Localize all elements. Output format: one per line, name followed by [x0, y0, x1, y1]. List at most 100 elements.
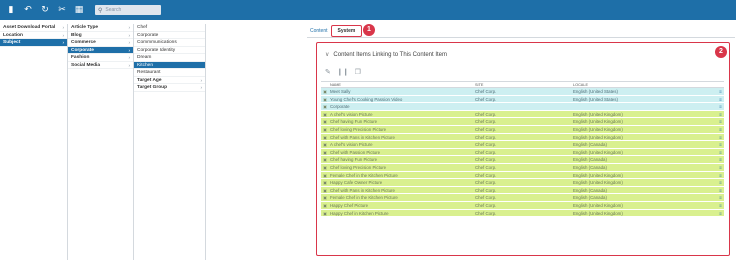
tab-system[interactable]: System [330, 25, 363, 37]
table-row[interactable]: ▣ Corporate ≡ [321, 103, 724, 111]
cell-locale [573, 103, 717, 110]
table-row[interactable]: ▣ Young Chef's Cooking Passion Video Chef … [321, 95, 724, 104]
tree-item-target-age[interactable]: Target Age › [134, 77, 205, 84]
tree-item-fashion[interactable]: Fashion › [68, 54, 133, 62]
cell-name: Chef loving Precision Picture [330, 126, 387, 132]
cell-site: Chef Corp. [475, 180, 497, 186]
undo-icon[interactable]: ↶ [21, 3, 35, 17]
table-row[interactable]: ▣ Chef with Passion Picture Chef Corp. Engl… [321, 148, 724, 157]
cut-icon[interactable]: ✂ [55, 3, 69, 17]
content-type-icon: ▣ [323, 89, 327, 94]
tree-item-commerce[interactable]: Commerce › [68, 39, 133, 47]
row-menu-icon[interactable]: ≡ [717, 134, 724, 141]
tree-item-label: Commmunications [137, 40, 177, 45]
tree-item-blog[interactable]: Blog › [68, 32, 133, 39]
table-row[interactable]: ▣ Happy Cafe Owner Picture Chef Corp. Engli… [321, 179, 724, 187]
chevron-right-icon: › [128, 32, 131, 38]
tree-item-communications[interactable]: Commmunications [134, 39, 205, 47]
tree-item-chef[interactable]: Chef [134, 24, 205, 32]
table-row[interactable]: ▣ Chef with Pans in Kitchen Picture Chef C… [321, 133, 724, 142]
cell-name: Young Chef's Cooking Passion Video [330, 96, 403, 102]
tree-item-label: Subject [3, 40, 21, 45]
chevron-right-icon: › [128, 47, 131, 53]
row-menu-icon[interactable]: ≡ [717, 141, 724, 148]
table-row[interactable]: ▣ Happy Chef in Kitchen Picture Chef Corp.… [321, 209, 724, 218]
cell-site: Chef Corp. [475, 149, 497, 155]
content-type-icon: ▣ [323, 134, 327, 140]
table-row[interactable]: ▣ Meet Sally Chef Corp. English (United Sta… [321, 88, 724, 96]
row-menu-icon[interactable]: ≡ [717, 103, 724, 110]
table-row[interactable]: ▣ Chef with Pans in Kitchen Picture Chef C… [321, 186, 724, 195]
table-row[interactable]: ▣ A chef's vision Picture Chef Corp. Englis… [321, 141, 724, 149]
tab-divider [307, 37, 735, 38]
row-menu-icon[interactable]: ≡ [717, 164, 724, 171]
cell-locale: English (Canada) [573, 187, 607, 193]
column-header-site[interactable]: SITE [475, 82, 573, 87]
cell-locale: English (United Kingdom) [573, 111, 623, 117]
row-menu-icon[interactable]: ≡ [717, 179, 724, 186]
search-input[interactable]: ⚲ Search [95, 5, 161, 15]
tree-item-label: Fashion [71, 55, 90, 60]
cell-site: Chef Corp. [475, 134, 497, 140]
content-type-icon: ▣ [323, 195, 327, 201]
cell-locale: English (United Kingdom) [573, 180, 623, 186]
row-menu-icon[interactable]: ≡ [717, 111, 724, 118]
cell-site: Chef Corp. [475, 89, 497, 94]
tree-item-restaurant[interactable]: Restaurant [134, 69, 205, 77]
table-row[interactable]: ▣ Chef loving Precision Picture Chef Corp.… [321, 163, 724, 172]
tree-item-corporate-identity[interactable]: Corporate Identity [134, 47, 205, 54]
copy-icon[interactable]: ❐ [355, 68, 361, 76]
cell-site: Chef Corp. [475, 157, 497, 163]
cell-name: Chef with Passion Picture [330, 149, 381, 155]
tree-item-subject[interactable]: Subject › [0, 39, 67, 47]
table-row[interactable]: ▣ Chef loving Precision Picture Chef Corp.… [321, 125, 724, 134]
tree-item-social-media[interactable]: Social Media › [68, 62, 133, 69]
search-placeholder: Search [105, 7, 122, 13]
row-menu-icon[interactable]: ≡ [717, 88, 724, 95]
tree-item-corporate[interactable]: Corporate [134, 32, 205, 39]
row-menu-icon[interactable]: ≡ [717, 156, 724, 163]
panel-header[interactable]: ∨ Content Items Linking to This Content I… [325, 51, 447, 58]
column-header-name[interactable]: NAME [321, 82, 475, 87]
table-row[interactable]: ▣ Chef having Fun Picture Chef Corp. Englis… [321, 156, 724, 164]
cell-locale: English (United States) [573, 89, 618, 94]
tree-item-label: Commerce [71, 40, 96, 45]
row-menu-icon[interactable]: ≡ [717, 149, 724, 156]
tree-item-label: Target Group [137, 85, 168, 90]
table-row[interactable]: ▣ Chef having Fun Picture Chef Corp. Englis… [321, 118, 724, 126]
tree-item-corporate[interactable]: Corporate › [68, 46, 133, 54]
table-row[interactable]: ▣ Female Chef in the Kitchen Picture Chef … [321, 194, 724, 202]
cell-name: Chef with Pans in Kitchen Picture [330, 187, 395, 193]
row-menu-icon[interactable]: ≡ [717, 202, 724, 209]
refresh-icon[interactable]: ↻ [38, 3, 52, 17]
table-row[interactable]: ▣ A chef's vision Picture Chef Corp. Englis… [321, 110, 724, 119]
library-icon[interactable]: ❙❙ [337, 68, 349, 76]
table-row[interactable]: ▣ Female Chef in the Kitchen Picture Chef … [321, 171, 724, 180]
edit-icon[interactable]: ✎ [325, 68, 331, 76]
chevron-right-icon: › [62, 25, 65, 30]
tree-item-location[interactable]: Location › [0, 32, 67, 39]
tree-item-article-type[interactable]: Article Type › [68, 24, 133, 32]
column-header-locale[interactable]: LOCALE [573, 82, 717, 87]
tree-item-asset-download-portal[interactable]: Asset Download Portal › [0, 24, 67, 32]
row-menu-icon[interactable]: ≡ [717, 172, 724, 179]
tab-content[interactable]: Content [307, 26, 331, 36]
trash-icon[interactable]: ▮ [4, 3, 18, 17]
table-row[interactable]: ▣ Happy Chef Picture Chef Corp. English (Un… [321, 201, 724, 210]
row-menu-icon[interactable]: ≡ [717, 187, 724, 194]
tree-item-target-group[interactable]: Target Group › [134, 84, 205, 92]
tree-item-dream[interactable]: Dream [134, 54, 205, 62]
tree-item-kitchen[interactable]: Kitchen [134, 61, 205, 69]
chevron-down-icon[interactable]: ∨ [325, 52, 329, 58]
row-menu-icon[interactable]: ≡ [717, 194, 724, 201]
row-menu-icon[interactable]: ≡ [717, 210, 724, 217]
cell-site: Chef Corp. [475, 126, 497, 132]
cell-locale: English (United States) [573, 96, 618, 102]
row-menu-icon[interactable]: ≡ [717, 118, 724, 125]
layout-icon[interactable]: ▦ [72, 3, 86, 17]
chevron-right-icon: › [128, 40, 131, 45]
row-menu-icon[interactable]: ≡ [717, 96, 724, 103]
row-menu-icon[interactable]: ≡ [717, 126, 724, 133]
cell-name: Chef having Fun Picture [330, 119, 378, 125]
cell-name: Female Chef in the Kitchen Picture [330, 195, 398, 201]
